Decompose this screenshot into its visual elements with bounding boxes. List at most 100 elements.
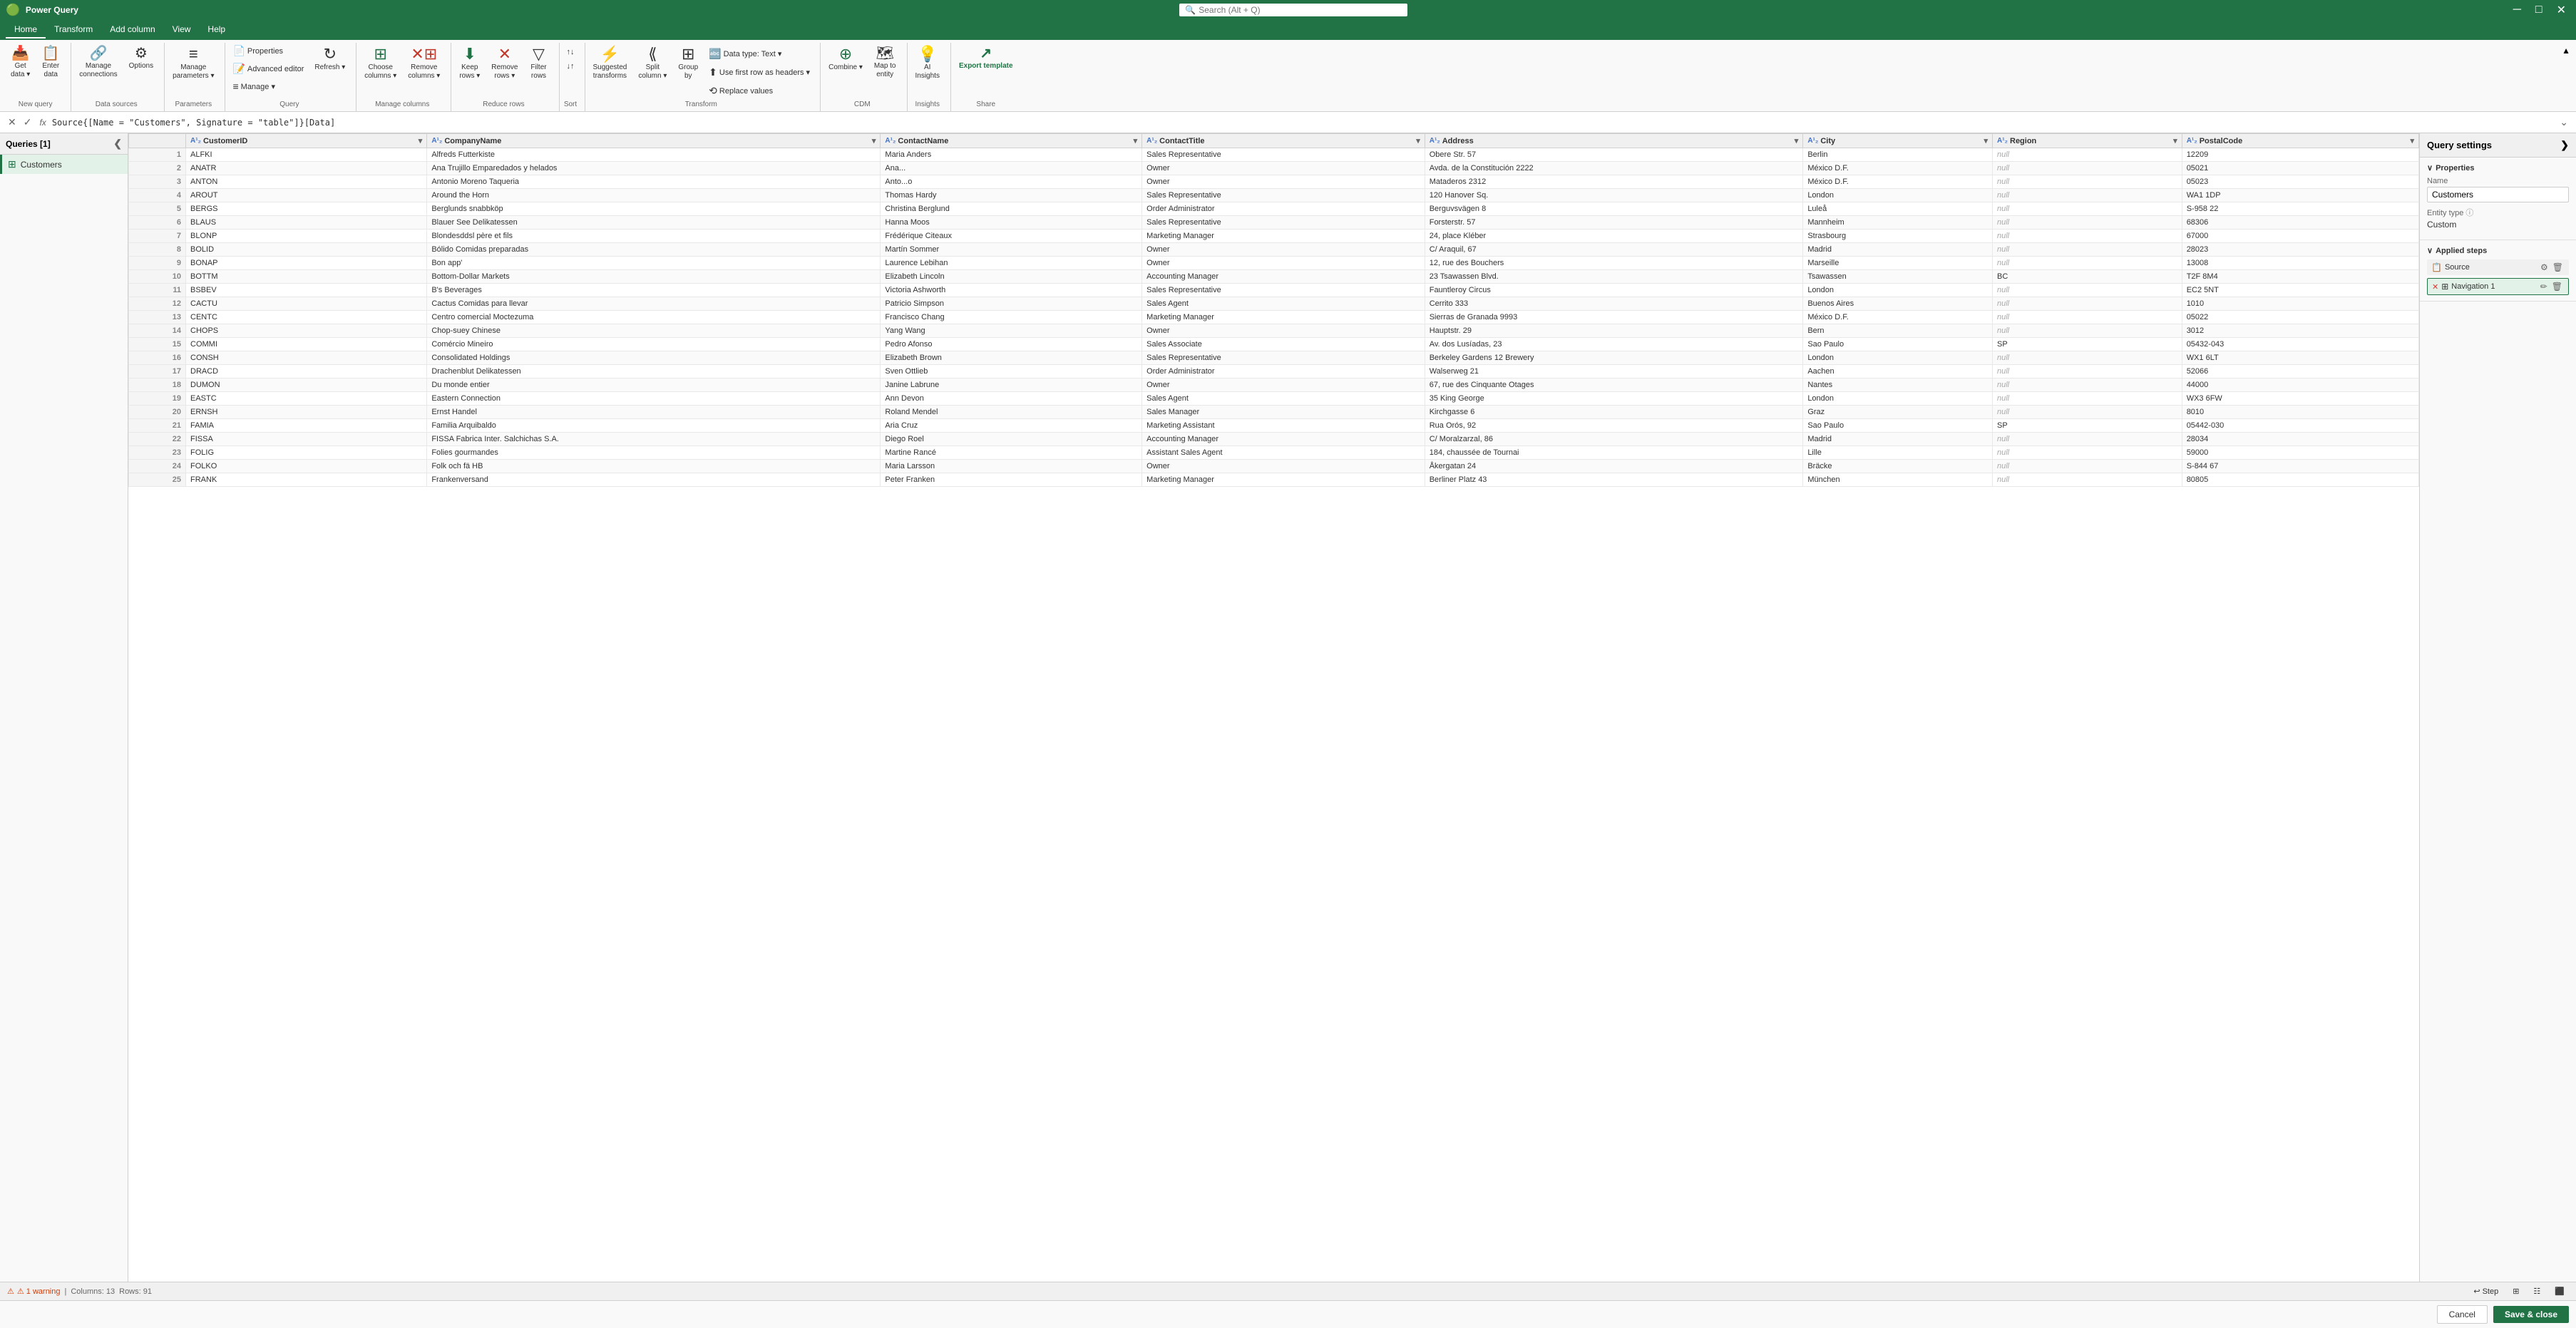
filter-rows-button[interactable]: ▽ Filterrows: [525, 43, 553, 84]
table-row[interactable]: 8BOLIDBólido Comidas preparadasMartín So…: [129, 243, 2419, 257]
data-cell[interactable]: Berlin: [1803, 148, 1993, 162]
data-cell[interactable]: BSBEV: [186, 284, 427, 297]
data-cell[interactable]: null: [1993, 433, 2182, 446]
query-settings-expand-button[interactable]: ❯: [2560, 139, 2569, 151]
data-cell[interactable]: null: [1993, 175, 2182, 189]
data-cell[interactable]: Anto...o: [881, 175, 1142, 189]
data-cell[interactable]: Madrid: [1803, 243, 1993, 257]
table-row[interactable]: 20ERNSHErnst HandelRoland MendelSales Ma…: [129, 406, 2419, 419]
step-navigation-delete-button[interactable]: 🗑: [2550, 281, 2564, 292]
manage-connections-button[interactable]: 🔗 Manageconnections: [74, 43, 122, 83]
data-cell[interactable]: Yang Wang: [881, 324, 1142, 338]
data-cell[interactable]: London: [1803, 284, 1993, 297]
data-cell[interactable]: Antonio Moreno Taqueria: [427, 175, 881, 189]
data-cell[interactable]: DRACD: [186, 365, 427, 379]
step-source-delete-button[interactable]: 🗑: [2551, 262, 2565, 273]
table-row[interactable]: 5BERGSBerglunds snabbköpChristina Berglu…: [129, 202, 2419, 216]
data-cell[interactable]: Roland Mendel: [881, 406, 1142, 419]
data-cell[interactable]: Fauntleroy Circus: [1425, 284, 1803, 297]
tab-add-column[interactable]: Add column: [101, 21, 163, 38]
table-row[interactable]: 18DUMONDu monde entierJanine LabruneOwne…: [129, 379, 2419, 392]
data-cell[interactable]: Peter Franken: [881, 473, 1142, 487]
col-menu-companyname[interactable]: ▾: [872, 136, 876, 145]
data-cell[interactable]: Ana Trujillo Emparedados y helados: [427, 162, 881, 175]
data-cell[interactable]: WA1 1DP: [2182, 189, 2418, 202]
table-row[interactable]: 3ANTONAntonio Moreno TaqueriaAnto...oOwn…: [129, 175, 2419, 189]
data-cell[interactable]: México D.F.: [1803, 175, 1993, 189]
search-input[interactable]: [1199, 5, 1402, 15]
data-cell[interactable]: WX1 6LT: [2182, 351, 2418, 365]
sort-asc-button[interactable]: ↑↓: [563, 46, 579, 58]
data-cell[interactable]: null: [1993, 162, 2182, 175]
data-cell[interactable]: Graz: [1803, 406, 1993, 419]
data-cell[interactable]: 8010: [2182, 406, 2418, 419]
col-header-contacttitle[interactable]: A¹₂ ContactTitle ▾: [1142, 134, 1425, 148]
use-first-row-button[interactable]: ⬆ Use first row as headers ▾: [704, 64, 814, 81]
data-cell[interactable]: 23 Tsawassen Blvd.: [1425, 270, 1803, 284]
data-cell[interactable]: DUMON: [186, 379, 427, 392]
data-cell[interactable]: Folies gourmandes: [427, 446, 881, 460]
data-cell[interactable]: 59000: [2182, 446, 2418, 460]
col-header-customerid[interactable]: A¹₂ CustomerID ▾: [186, 134, 427, 148]
data-cell[interactable]: 24, place Kléber: [1425, 230, 1803, 243]
data-cell[interactable]: ANATR: [186, 162, 427, 175]
data-cell[interactable]: Around the Horn: [427, 189, 881, 202]
col-header-contactname[interactable]: A¹₂ ContactName ▾: [881, 134, 1142, 148]
data-cell[interactable]: Accounting Manager: [1142, 433, 1425, 446]
col-header-city[interactable]: A¹₂ City ▾: [1803, 134, 1993, 148]
data-cell[interactable]: 05442-030: [2182, 419, 2418, 433]
data-cell[interactable]: WX3 6FW: [2182, 392, 2418, 406]
data-cell[interactable]: C/ Moralzarzal, 86: [1425, 433, 1803, 446]
data-cell[interactable]: Centro comercial Moctezuma: [427, 311, 881, 324]
table-row[interactable]: 23FOLIGFolies gourmandesMartine RancéAss…: [129, 446, 2419, 460]
data-cell[interactable]: Sales Manager: [1142, 406, 1425, 419]
status-btn2[interactable]: ⊞: [2508, 1285, 2523, 1298]
table-row[interactable]: 22FISSAFISSA Fabrica Inter. Salchichas S…: [129, 433, 2419, 446]
data-cell[interactable]: Cactus Comidas para llevar: [427, 297, 881, 311]
col-header-companyname[interactable]: A¹₂ CompanyName ▾: [427, 134, 881, 148]
data-cell[interactable]: Bern: [1803, 324, 1993, 338]
data-cell[interactable]: ANTON: [186, 175, 427, 189]
data-cell[interactable]: Comércio Mineiro: [427, 338, 881, 351]
data-cell[interactable]: BC: [1993, 270, 2182, 284]
data-cell[interactable]: 120 Hanover Sq.: [1425, 189, 1803, 202]
data-cell[interactable]: null: [1993, 243, 2182, 257]
data-cell[interactable]: SP: [1993, 419, 2182, 433]
col-menu-customerid[interactable]: ▾: [419, 136, 423, 145]
data-cell[interactable]: COMMI: [186, 338, 427, 351]
data-cell[interactable]: Maria Anders: [881, 148, 1142, 162]
formula-expand-button[interactable]: ⌄: [2557, 116, 2570, 128]
data-cell[interactable]: null: [1993, 230, 2182, 243]
data-cell[interactable]: null: [1993, 406, 2182, 419]
combine-button[interactable]: ⊕ Combine ▾: [823, 43, 868, 76]
data-cell[interactable]: BLAUS: [186, 216, 427, 230]
data-cell[interactable]: Marketing Manager: [1142, 230, 1425, 243]
data-cell[interactable]: 35 King George: [1425, 392, 1803, 406]
data-cell[interactable]: Sales Associate: [1142, 338, 1425, 351]
data-cell[interactable]: Owner: [1142, 175, 1425, 189]
table-row[interactable]: 12CACTUCactus Comidas para llevarPatrici…: [129, 297, 2419, 311]
data-cell[interactable]: Sales Representative: [1142, 284, 1425, 297]
data-cell[interactable]: null: [1993, 202, 2182, 216]
data-cell[interactable]: Eastern Connection: [427, 392, 881, 406]
table-row[interactable]: 15COMMIComércio MineiroPedro AfonsoSales…: [129, 338, 2419, 351]
entity-type-info-icon[interactable]: ⓘ: [2465, 209, 2473, 217]
data-cell[interactable]: 05021: [2182, 162, 2418, 175]
data-cell[interactable]: Drachenblut Delikatessen: [427, 365, 881, 379]
data-cell[interactable]: null: [1993, 284, 2182, 297]
data-cell[interactable]: Pedro Afonso: [881, 338, 1142, 351]
data-cell[interactable]: Alfreds Futterkiste: [427, 148, 881, 162]
data-cell[interactable]: Marketing Manager: [1142, 473, 1425, 487]
data-cell[interactable]: Laurence Lebihan: [881, 257, 1142, 270]
data-cell[interactable]: Sales Agent: [1142, 392, 1425, 406]
data-cell[interactable]: FISSA: [186, 433, 427, 446]
keep-rows-button[interactable]: ⬇ Keeprows ▾: [454, 43, 485, 84]
data-cell[interactable]: Aachen: [1803, 365, 1993, 379]
data-cell[interactable]: 44000: [2182, 379, 2418, 392]
data-cell[interactable]: Marketing Assistant: [1142, 419, 1425, 433]
data-cell[interactable]: Janine Labrune: [881, 379, 1142, 392]
data-cell[interactable]: Madrid: [1803, 433, 1993, 446]
data-cell[interactable]: 05022: [2182, 311, 2418, 324]
data-cell[interactable]: México D.F.: [1803, 162, 1993, 175]
data-cell[interactable]: Folk och fä HB: [427, 460, 881, 473]
